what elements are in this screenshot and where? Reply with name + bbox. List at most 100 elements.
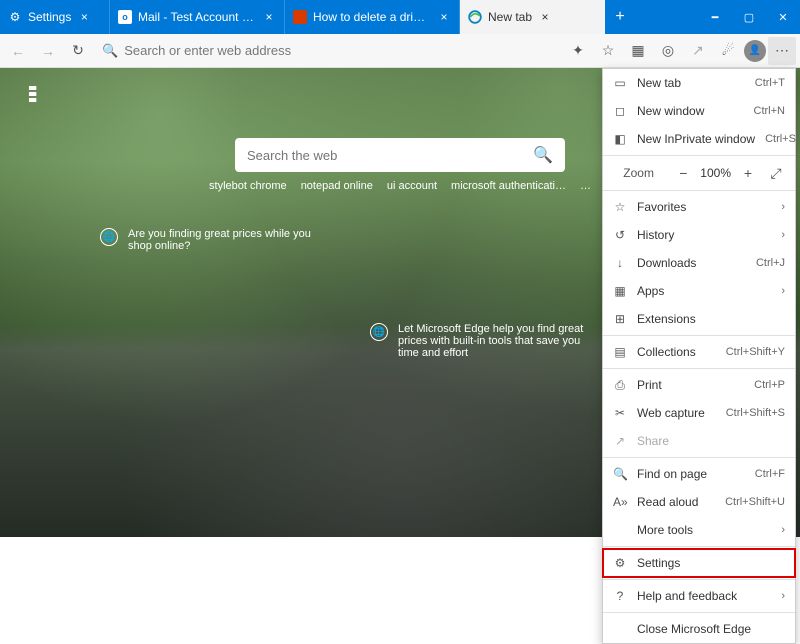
menu-print[interactable]: ⎙ Print Ctrl+P bbox=[603, 371, 795, 399]
shopping-button[interactable]: ✦ bbox=[564, 37, 592, 65]
maximize-button[interactable]: ▢ bbox=[732, 0, 766, 34]
star-icon: ☆ bbox=[613, 200, 627, 214]
search-icon: 🔍 bbox=[102, 43, 118, 59]
collections-icon: ▤ bbox=[613, 345, 627, 359]
ntp-search[interactable]: 🔍 bbox=[235, 138, 565, 172]
ntp-search-input[interactable] bbox=[247, 148, 533, 163]
separator bbox=[603, 190, 795, 191]
shortcut: Ctrl+T bbox=[755, 77, 785, 89]
quick-link[interactable]: microsoft authenticati… bbox=[451, 180, 566, 192]
tab-newtab[interactable]: New tab × bbox=[460, 0, 605, 34]
shortcut: Ctrl+Shift+Y bbox=[726, 346, 785, 358]
titlebar: ⚙ Settings × o Mail - Test Account - Out… bbox=[0, 0, 800, 34]
menu-collections[interactable]: ▤ Collections Ctrl+Shift+Y bbox=[603, 338, 795, 366]
zoom-in-button[interactable]: + bbox=[737, 165, 759, 181]
separator bbox=[603, 579, 795, 580]
profile-button[interactable]: 👤 bbox=[744, 40, 766, 62]
menu-favorites[interactable]: ☆ Favorites › bbox=[603, 193, 795, 221]
more-menu-button[interactable]: ⋯ bbox=[768, 37, 796, 65]
minimize-button[interactable]: ━ bbox=[698, 0, 732, 34]
menu-find[interactable]: 🔍 Find on page Ctrl+F bbox=[603, 460, 795, 488]
zoom-out-button[interactable]: − bbox=[672, 165, 694, 181]
apps-grid-icon[interactable]: ▪▪▪▪▪▪▪▪▪ bbox=[28, 86, 33, 104]
separator bbox=[603, 335, 795, 336]
separator bbox=[603, 612, 795, 613]
extensions-icon: ⊞ bbox=[613, 312, 627, 326]
tab-label: How to delete a drive partition o bbox=[313, 10, 431, 24]
close-icon[interactable]: × bbox=[538, 10, 552, 24]
hint-shopping[interactable]: 🌐 Are you finding great prices while you… bbox=[100, 228, 330, 252]
new-tab-button[interactable]: + bbox=[605, 0, 635, 34]
refresh-button[interactable]: ↻ bbox=[64, 37, 92, 65]
menu-label: Web capture bbox=[637, 406, 716, 420]
new-window-icon: ◻ bbox=[613, 104, 627, 118]
gear-icon: ⚙ bbox=[8, 10, 22, 24]
hint-text: Are you finding great prices while you s… bbox=[128, 228, 330, 252]
collections-button[interactable]: ▦ bbox=[624, 37, 652, 65]
close-icon[interactable]: × bbox=[437, 10, 451, 24]
menu-web-capture[interactable]: ✂ Web capture Ctrl+Shift+S bbox=[603, 399, 795, 427]
site-icon bbox=[293, 10, 307, 24]
menu-label: New InPrivate window bbox=[637, 132, 755, 146]
menu-label: More tools bbox=[637, 523, 771, 537]
menu-label: Collections bbox=[637, 345, 716, 359]
menu-new-tab[interactable]: ▭ New tab Ctrl+T bbox=[603, 69, 795, 97]
menu-help[interactable]: ? Help and feedback › bbox=[603, 582, 795, 610]
menu-history[interactable]: ↺ History › bbox=[603, 221, 795, 249]
fullscreen-button[interactable]: ⤢ bbox=[765, 165, 787, 182]
apps-icon: ▦ bbox=[613, 284, 627, 298]
edge-icon bbox=[468, 10, 482, 24]
menu-extensions[interactable]: ⊞ Extensions bbox=[603, 305, 795, 333]
menu-read-aloud[interactable]: A» Read aloud Ctrl+Shift+U bbox=[603, 488, 795, 516]
close-window-button[interactable]: ✕ bbox=[766, 0, 800, 34]
shortcut: Ctrl+Shift+N bbox=[765, 133, 800, 145]
close-icon[interactable]: × bbox=[77, 10, 91, 24]
menu-share[interactable]: ↗ Share bbox=[603, 427, 795, 455]
menu-downloads[interactable]: ↓ Downloads Ctrl+J bbox=[603, 249, 795, 277]
inprivate-button[interactable]: ◎ bbox=[654, 37, 682, 65]
menu-label: New tab bbox=[637, 76, 745, 90]
quick-links: stylebot chrome notepad online ui accoun… bbox=[209, 180, 591, 192]
menu-label: Help and feedback bbox=[637, 589, 771, 603]
zoom-value: 100% bbox=[700, 166, 731, 180]
menu-new-window[interactable]: ◻ New window Ctrl+N bbox=[603, 97, 795, 125]
tab-article[interactable]: How to delete a drive partition o × bbox=[285, 0, 460, 34]
separator bbox=[603, 368, 795, 369]
chevron-right-icon: › bbox=[781, 524, 785, 536]
globe-icon: 🌐 bbox=[100, 228, 118, 246]
menu-new-inprivate[interactable]: ◧ New InPrivate window Ctrl+Shift+N bbox=[603, 125, 795, 153]
quick-link-more[interactable]: … bbox=[580, 180, 591, 192]
tab-outlook[interactable]: o Mail - Test Account - Outlook × bbox=[110, 0, 285, 34]
menu-label: Print bbox=[637, 378, 744, 392]
back-button[interactable]: ← bbox=[4, 37, 32, 65]
menu-label: Extensions bbox=[637, 312, 785, 326]
close-icon[interactable]: × bbox=[262, 10, 276, 24]
quick-link[interactable]: notepad online bbox=[301, 180, 373, 192]
chevron-right-icon: › bbox=[781, 201, 785, 213]
zoom-label: Zoom bbox=[611, 166, 666, 180]
find-icon: 🔍 bbox=[613, 467, 627, 481]
camera-icon: ✂ bbox=[613, 406, 627, 420]
read-aloud-icon: A» bbox=[613, 495, 627, 509]
chevron-right-icon: › bbox=[781, 590, 785, 602]
quick-link[interactable]: stylebot chrome bbox=[209, 180, 287, 192]
shortcut: Ctrl+Shift+U bbox=[725, 496, 785, 508]
search-icon[interactable]: 🔍 bbox=[533, 145, 553, 165]
forward-button[interactable]: → bbox=[34, 37, 62, 65]
menu-close-edge[interactable]: Close Microsoft Edge bbox=[603, 615, 795, 643]
address-bar[interactable]: 🔍 Search or enter web address bbox=[94, 43, 562, 59]
favorites-button[interactable]: ☆ bbox=[594, 37, 622, 65]
menu-settings[interactable]: ⚙ Settings bbox=[603, 549, 795, 577]
chevron-right-icon: › bbox=[781, 229, 785, 241]
quick-link[interactable]: ui account bbox=[387, 180, 437, 192]
hint-tools[interactable]: 🌐 Let Microsoft Edge help you find great… bbox=[370, 323, 600, 359]
menu-label: New window bbox=[637, 104, 744, 118]
menu-apps[interactable]: ▦ Apps › bbox=[603, 277, 795, 305]
menu-label: Close Microsoft Edge bbox=[637, 622, 785, 636]
feedback-button[interactable]: ☄ bbox=[714, 37, 742, 65]
tab-settings[interactable]: ⚙ Settings × bbox=[0, 0, 110, 34]
menu-zoom: Zoom − 100% + ⤢ bbox=[603, 158, 795, 188]
menu-more-tools[interactable]: More tools › bbox=[603, 516, 795, 544]
share-button[interactable]: ↗ bbox=[684, 37, 712, 65]
globe-icon: 🌐 bbox=[370, 323, 388, 341]
